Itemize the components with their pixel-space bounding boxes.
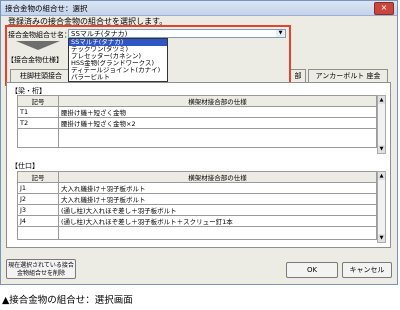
beam-table: 記号 横架材接合部の仕様 T1 腰掛け蟻＋短ざく金物 T2 腰掛け蟻＋短ざく金物… [17, 95, 377, 148]
table-row[interactable]: T2 腰掛け蟻＋短ざく金物×2 [17, 117, 377, 129]
window-title: 接合金物の組合せ：選択 [5, 4, 88, 13]
row-code: T1 [17, 106, 59, 118]
delete-combination-button[interactable]: 現在選択されている接合金物組合せを削除 [6, 259, 76, 279]
row-spec: (通し柱)大入れほぞ差し＋羽子板ボルト＋スクリュー釘1本 [58, 215, 377, 227]
row-code: T2 [17, 117, 59, 129]
table-row[interactable]: J1 大入れ蟻掛け＋羽子板ボルト [17, 182, 377, 194]
splice-table: 記号 横架材接合部の仕様 J1 大入れ蟻掛け＋羽子板ボルト J2 大入れ蟻掛け＋… [17, 171, 377, 240]
row-spec: 大入れ蟻掛け＋羽子板ボルト [58, 182, 377, 194]
scroll-up-icon[interactable]: ▲ [378, 172, 385, 180]
cancel-button[interactable]: キャンセル [342, 262, 392, 278]
splice-scrollbar[interactable]: ▲ ▼ [377, 171, 386, 243]
splice-header-spec: 横架材接合部の仕様 [58, 171, 377, 183]
row-code: J1 [17, 182, 59, 194]
splice-header-code: 記号 [17, 171, 59, 183]
beam-header-code: 記号 [17, 95, 59, 107]
splice-group-title: 【仕口】 [11, 162, 39, 170]
scroll-down-icon[interactable]: ▼ [378, 145, 385, 153]
row-code: J2 [17, 193, 59, 205]
tab-anchor-bolt[interactable]: アンカーボルト 座金 [308, 69, 388, 82]
row-code: J3 [17, 204, 59, 216]
close-button[interactable]: × [374, 2, 394, 15]
figure-caption: ▲接合金物の組合せ：選択画面 [2, 295, 133, 306]
row-spec: 腰掛け蟻＋短ざく金物×2 [58, 117, 377, 129]
row-spec: 大入れ蟻掛け＋羽子板ボルト [58, 193, 377, 205]
table-row[interactable]: T1 腰掛け蟻＋短ざく金物 [17, 106, 377, 118]
scroll-up-icon[interactable]: ▲ [378, 96, 385, 104]
table-row[interactable]: J3 (通し柱)大入れほぞ差し＋羽子板ボルト [17, 204, 377, 216]
scroll-down-icon[interactable]: ▼ [378, 234, 385, 242]
table-row[interactable]: J2 大入れ蟻掛け＋羽子板ボルト [17, 193, 377, 205]
tab-beam-joint[interactable]: 部 [290, 69, 306, 82]
spec-panel: 【梁・桁】 記号 横架材接合部の仕様 T1 腰掛け蟻＋短ざく金物 T2 腰掛け蟻… [6, 82, 391, 248]
row-spec: 腰掛け蟻＋短ざく金物 [58, 106, 377, 118]
beam-header-spec: 横架材接合部の仕様 [58, 95, 377, 107]
row-code: J4 [17, 215, 59, 227]
ok-button[interactable]: OK [286, 262, 338, 278]
highlight-frame [5, 25, 291, 86]
table-row[interactable]: J4 (通し柱)大入れほぞ差し＋羽子板ボルト＋スクリュー釘1本 [17, 215, 377, 227]
row-spec: (通し柱)大入れほぞ差し＋羽子板ボルト [58, 204, 377, 216]
title-bar: 接合金物の組合せ：選択 × [1, 1, 397, 16]
beam-scrollbar[interactable]: ▲ ▼ [377, 95, 386, 154]
